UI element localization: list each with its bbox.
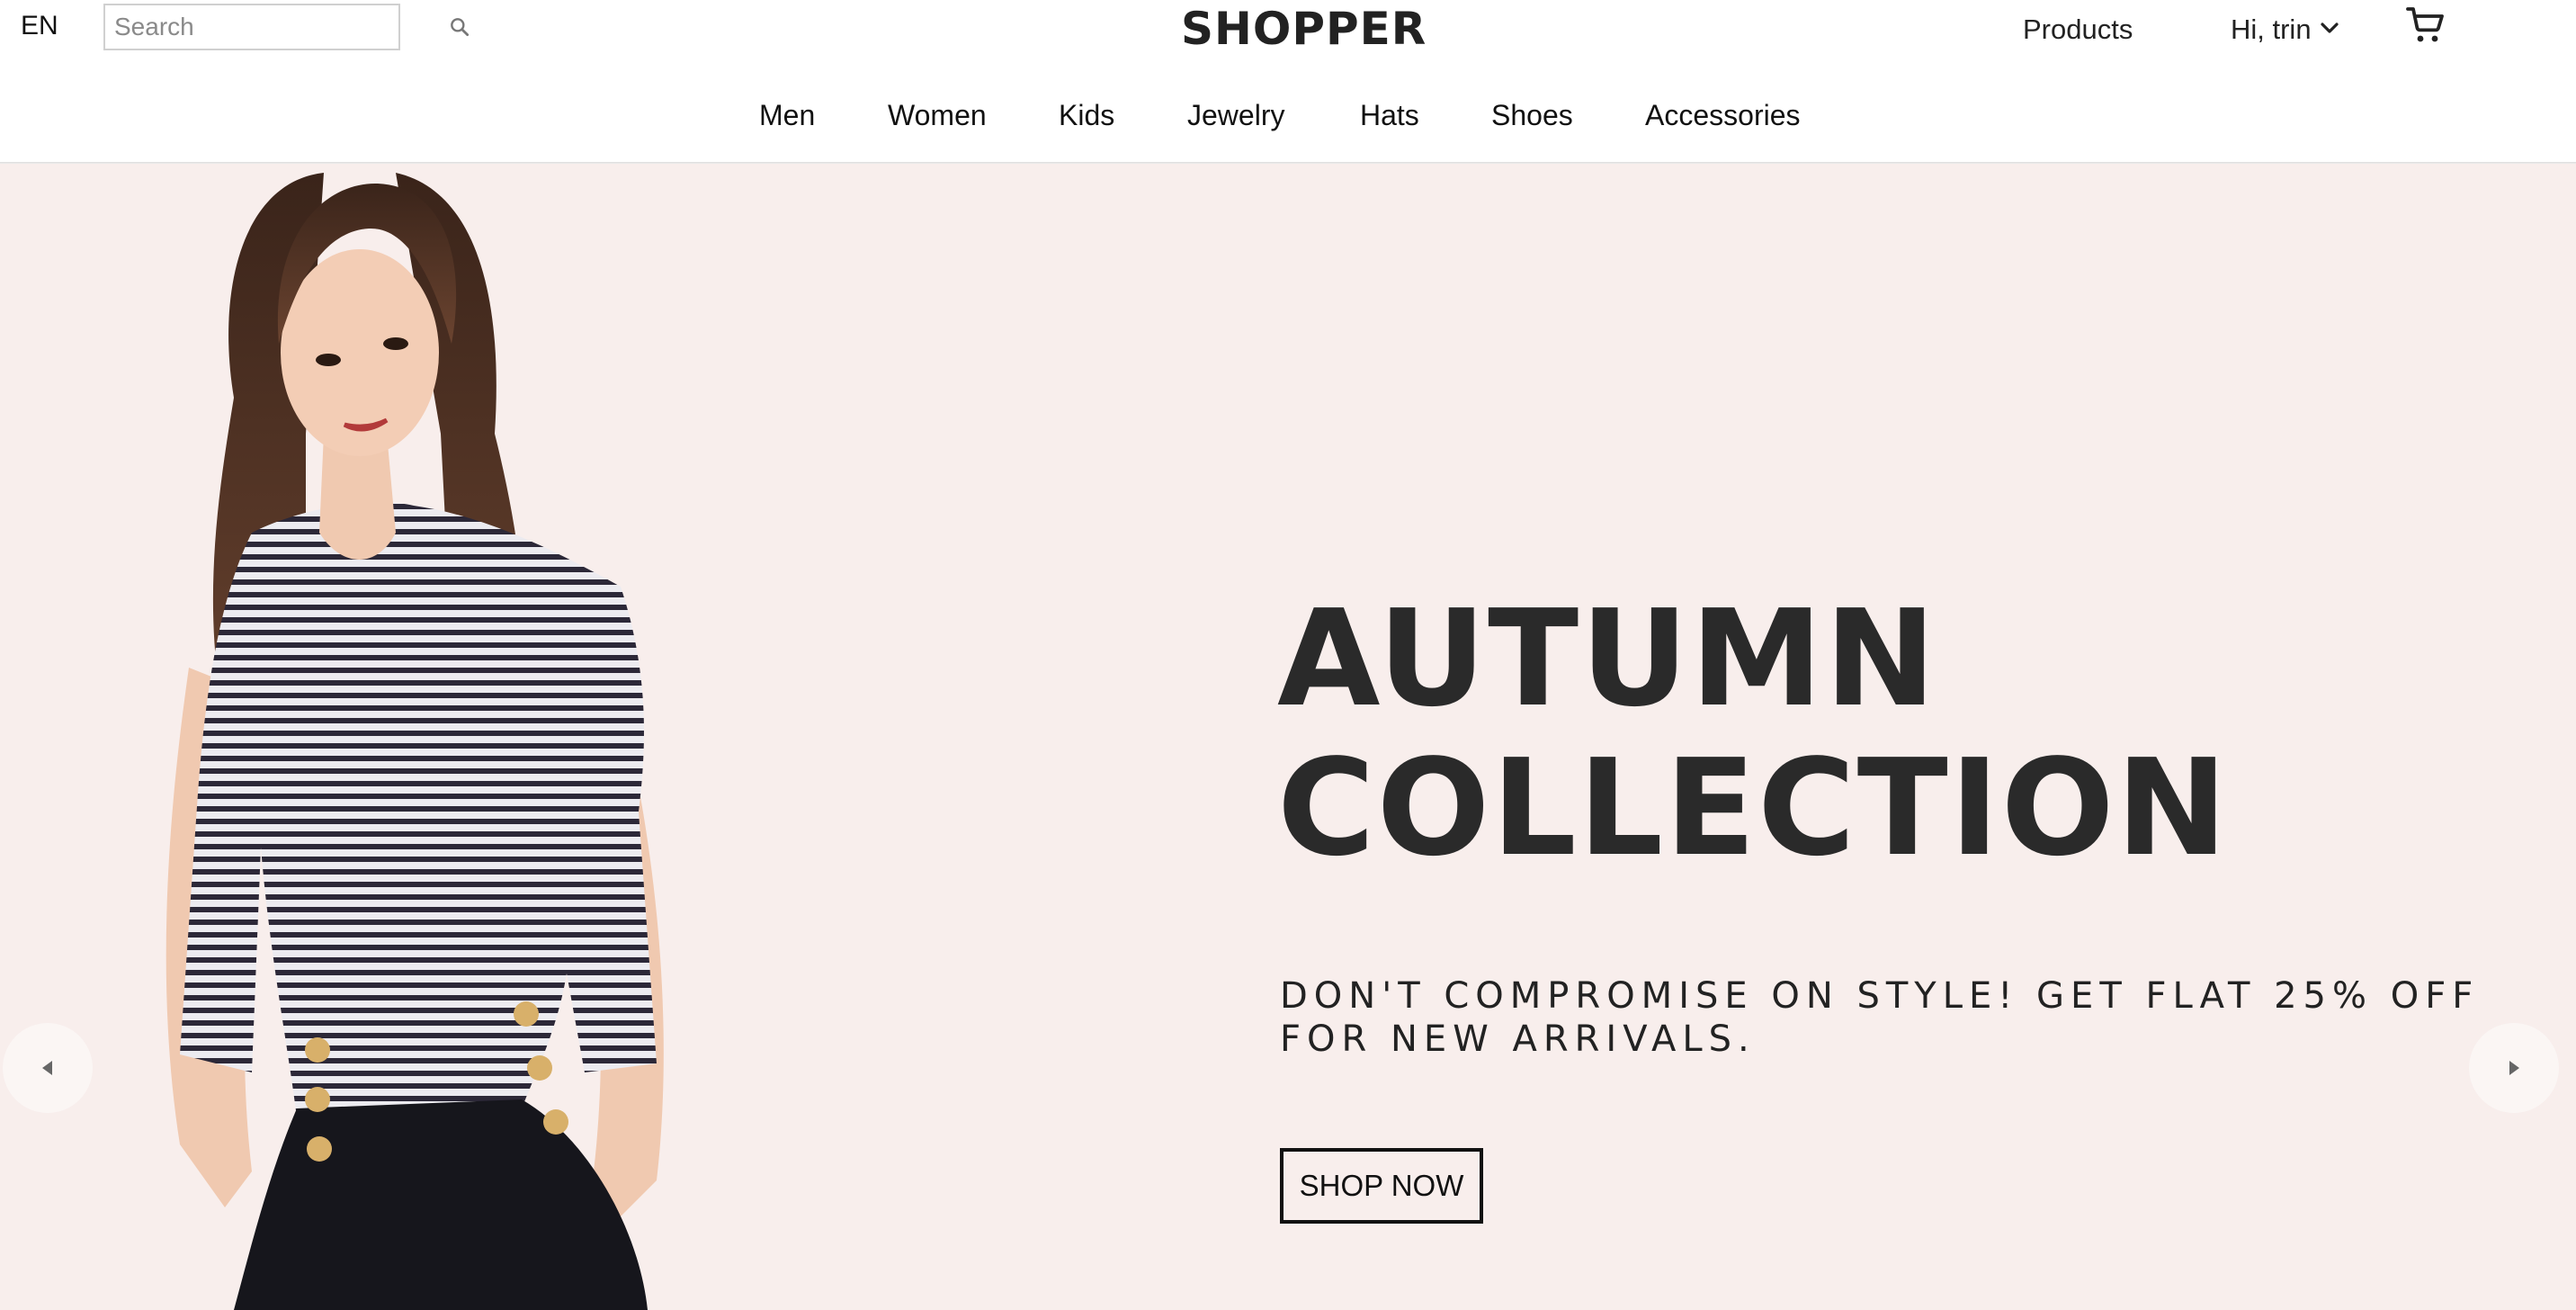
shop-now-button[interactable]: SHOP NOW	[1280, 1148, 1483, 1224]
carousel-prev-button[interactable]	[3, 1023, 93, 1113]
hero-title-line-2: COLLECTION	[1277, 731, 2230, 885]
search-box[interactable]	[103, 4, 470, 50]
products-link[interactable]: Products	[2023, 13, 2133, 46]
arrow-right-icon	[2509, 1061, 2519, 1075]
category-kids[interactable]: Kids	[1059, 99, 1114, 132]
hero-title-line-1: AUTUMN	[1277, 581, 1938, 736]
carousel-next-button[interactable]	[2469, 1023, 2559, 1113]
hero-banner: AUTUMN COLLECTION DON'T COMPROMISE ON ST…	[0, 164, 2576, 1310]
user-greeting: Hi, trin	[2231, 13, 2312, 45]
hero-model-image	[165, 173, 664, 1310]
category-men[interactable]: Men	[759, 99, 815, 132]
arrow-left-icon	[42, 1061, 52, 1075]
hero-subtitle: DON'T COMPROMISE ON STYLE! GET FLAT 25% …	[1280, 975, 2480, 1060]
category-jewelry[interactable]: Jewelry	[1187, 99, 1284, 132]
shopping-cart-icon[interactable]	[2404, 4, 2447, 47]
language-selector[interactable]: EN	[21, 11, 58, 41]
category-hats[interactable]: Hats	[1360, 99, 1419, 132]
category-accessories[interactable]: Accessories	[1645, 99, 1801, 132]
category-shoes[interactable]: Shoes	[1491, 99, 1573, 132]
category-nav: Men Women Kids Jewelry Hats Shoes Access…	[0, 99, 2576, 139]
hero-title: AUTUMN COLLECTION	[1277, 584, 2446, 883]
chevron-down-icon	[2319, 13, 2340, 46]
search-icon[interactable]	[448, 9, 471, 45]
site-logo[interactable]: SHOPPER	[1181, 3, 1427, 55]
user-menu[interactable]: Hi, trin	[2231, 13, 2340, 46]
search-input[interactable]	[105, 5, 448, 49]
category-women[interactable]: Women	[888, 99, 987, 132]
